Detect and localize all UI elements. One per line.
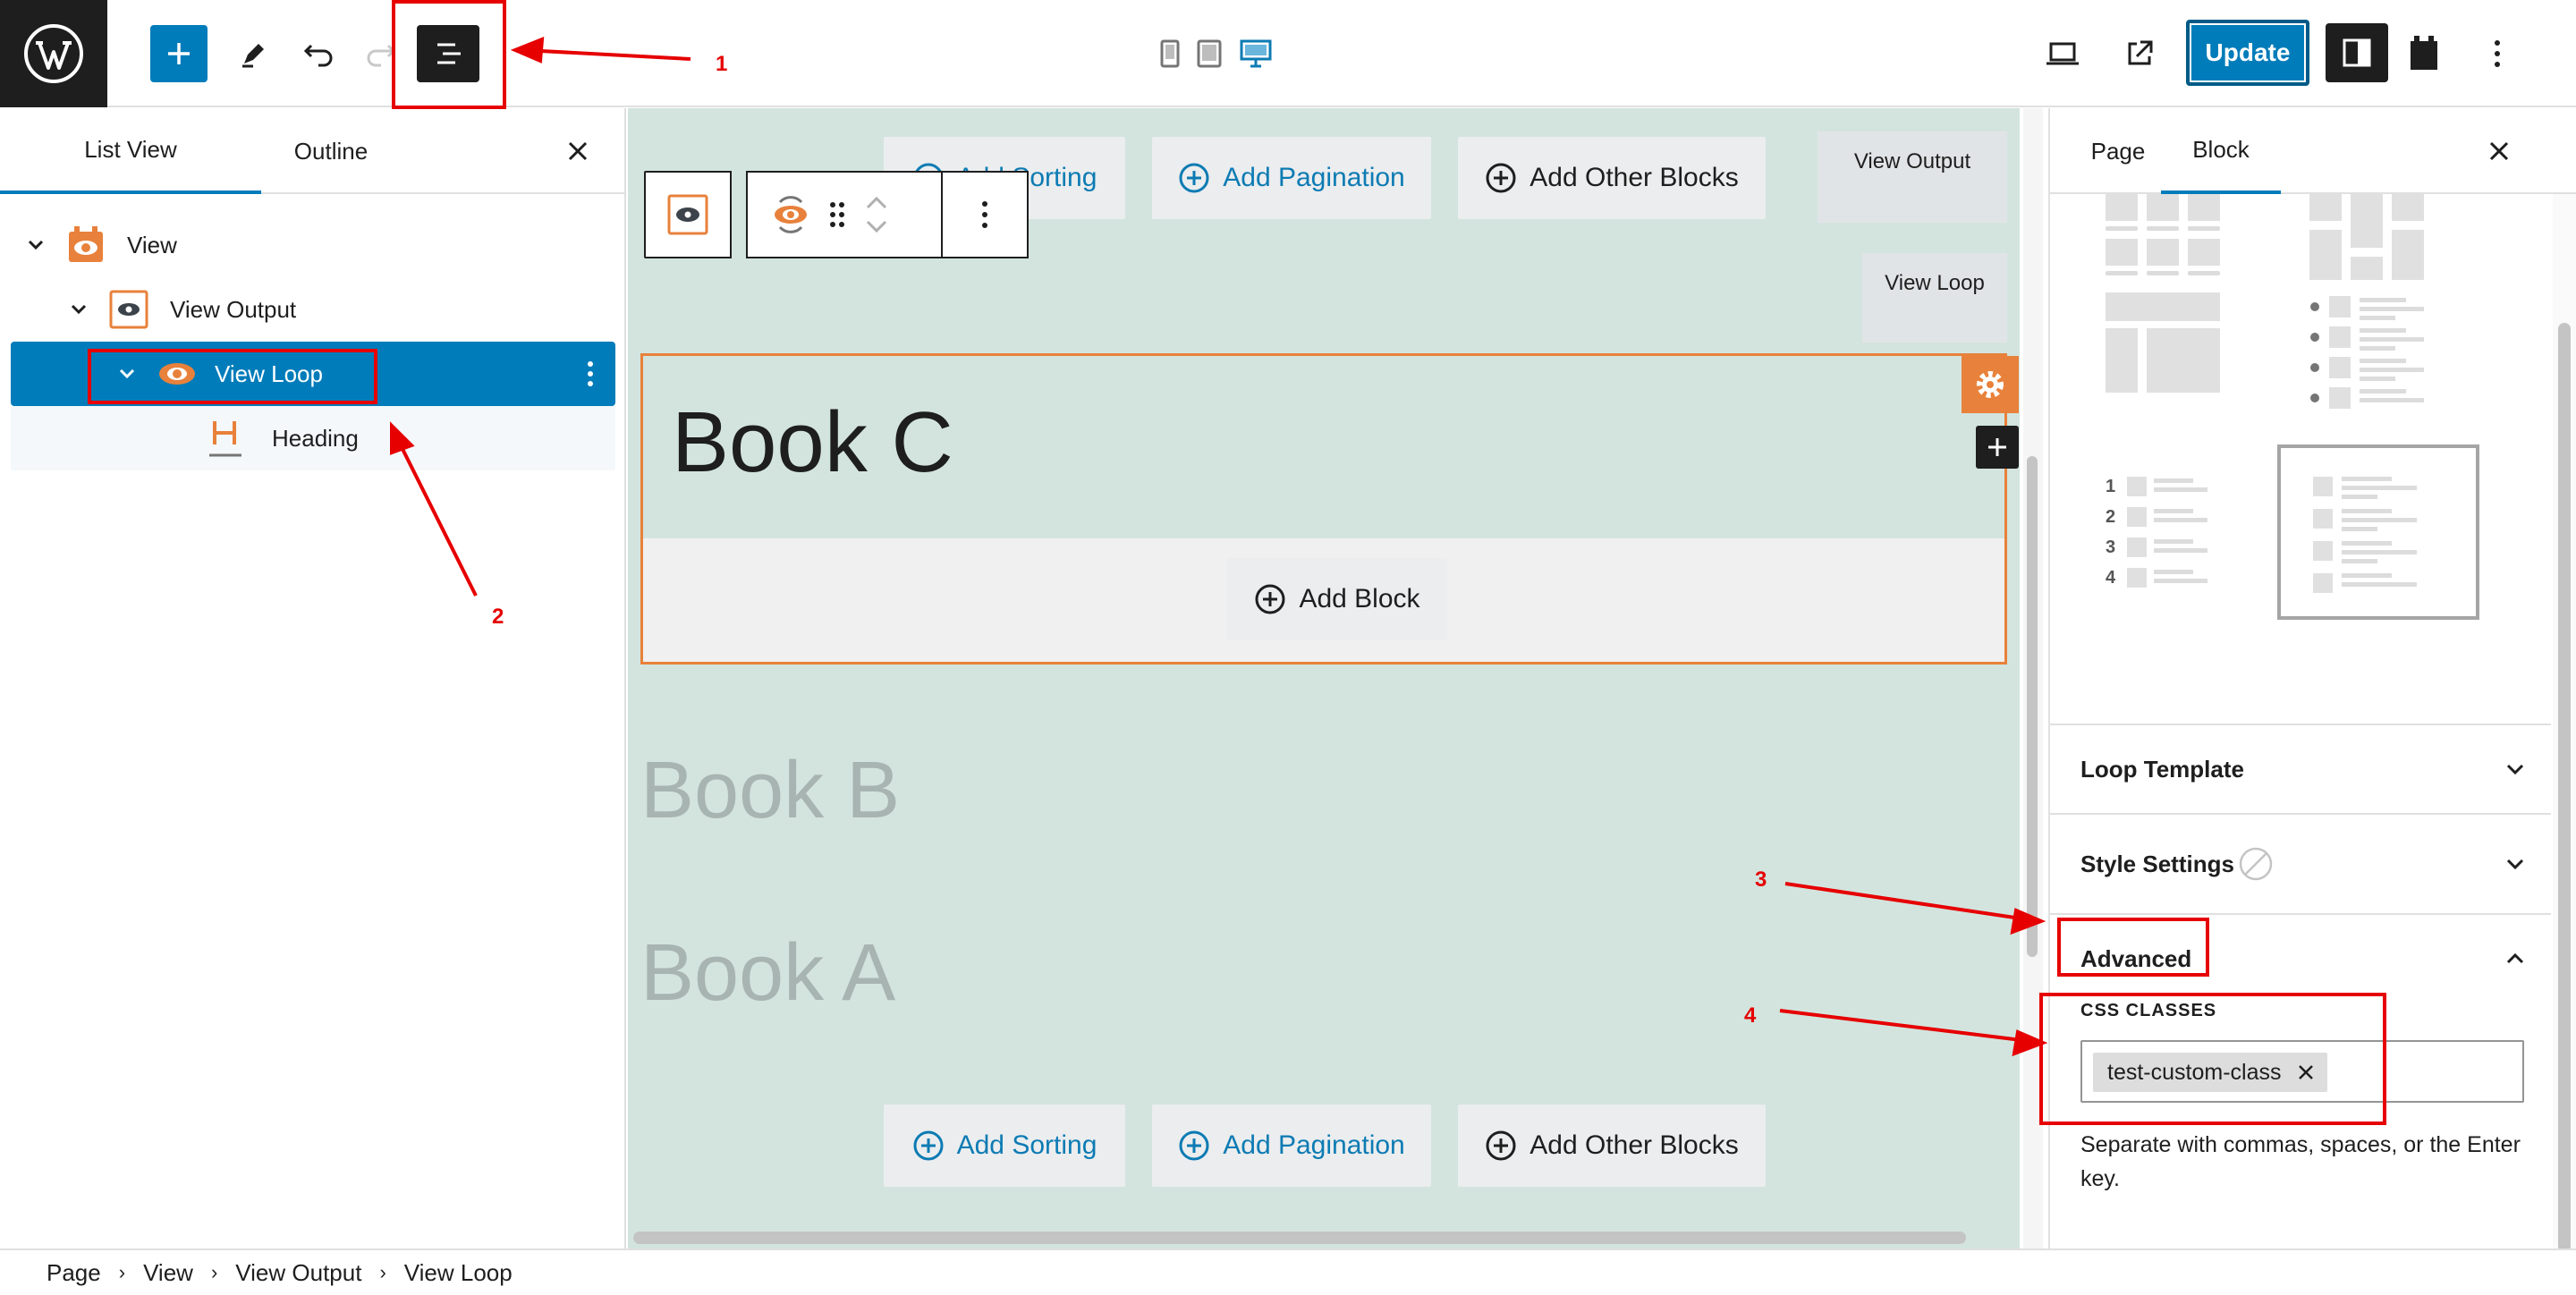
annotation-arrows	[390, 36, 2048, 1057]
annotation-number-4: 4	[1744, 1003, 1757, 1028]
annotation-number-2: 2	[492, 605, 504, 629]
annotation-number-3: 3	[1755, 868, 1767, 892]
annotation-number-1: 1	[716, 52, 728, 76]
